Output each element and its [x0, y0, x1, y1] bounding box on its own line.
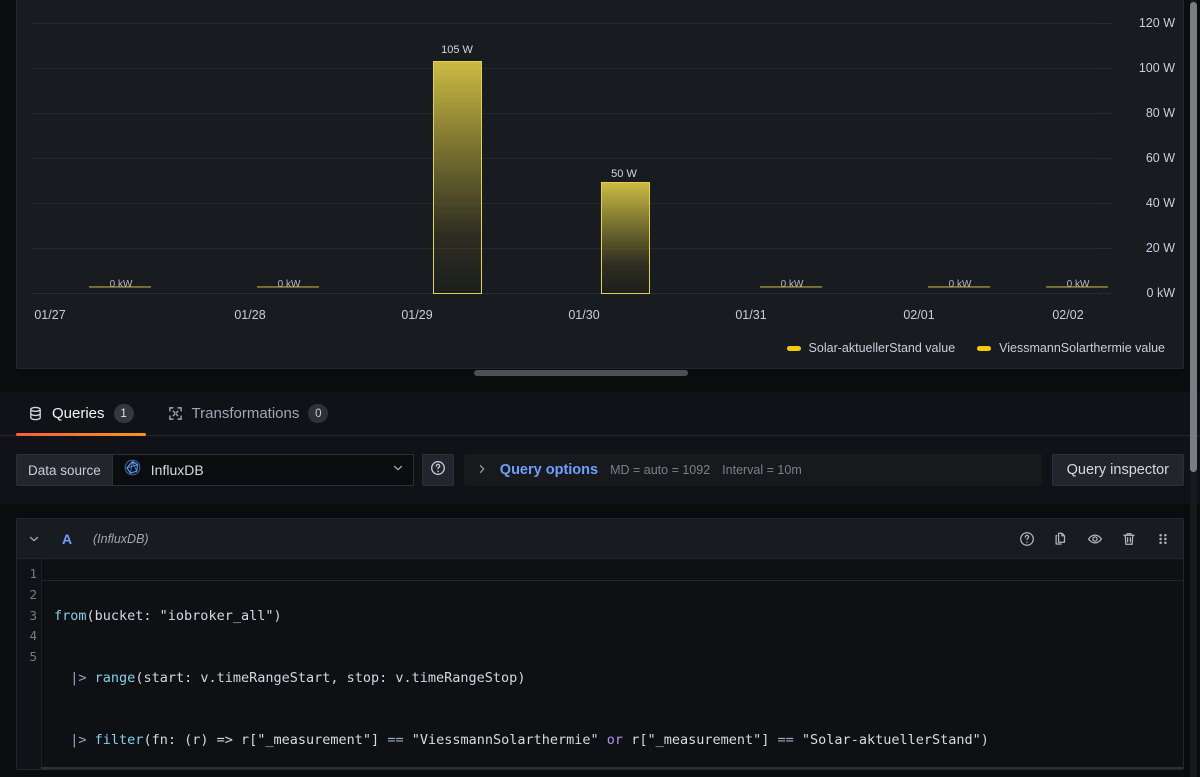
- bar-value-0201: 0 kW: [948, 279, 972, 290]
- eye-icon[interactable]: [1087, 531, 1103, 547]
- gridline: [31, 248, 1096, 249]
- legend-color-swatch: [977, 345, 992, 351]
- datasource-picker[interactable]: InfluxDB: [111, 454, 414, 486]
- code-line-2: |> range(start: v.timeRangeStart, stop: …: [70, 669, 526, 686]
- editor-first-line-underline: [42, 580, 1183, 581]
- page-vertical-scrollbar[interactable]: [1190, 2, 1197, 472]
- drag-handle-icon[interactable]: [1155, 531, 1171, 547]
- x-axis-line: [31, 293, 1096, 294]
- line-number: 1: [29, 566, 37, 581]
- database-icon: [28, 406, 43, 421]
- query-options-maxdatapoints: MD = auto = 1092: [610, 463, 711, 477]
- bar-value-0129: 105 W: [441, 44, 473, 56]
- y-tick: [1097, 248, 1111, 249]
- y-axis-label: 100 W: [1138, 61, 1175, 75]
- query-options-interval: Interval = 10m: [722, 463, 802, 477]
- y-tick: [1097, 293, 1111, 294]
- chevron-down-icon[interactable]: [27, 532, 41, 546]
- gridline: [31, 203, 1096, 204]
- legend-item-label: Solar-aktuellerStand value: [808, 341, 956, 355]
- datasource-selected-name: InfluxDB: [150, 462, 204, 478]
- query-options-bar: Query options MD = auto = 1092 Interval …: [463, 454, 1042, 486]
- bar-0130[interactable]: [601, 182, 650, 294]
- x-axis-label: 01/31: [735, 308, 767, 322]
- query-row-actions: [1019, 531, 1171, 547]
- y-axis-label: 0 kW: [1146, 286, 1175, 300]
- query-editor-card: A (InfluxDB) 1 2 3 4 5 from(bucket: "iob…: [16, 518, 1184, 770]
- query-datasource-name: (InfluxDB): [93, 531, 149, 546]
- x-axis-label: 01/27: [34, 308, 66, 322]
- help-circle-icon[interactable]: [1019, 531, 1035, 547]
- datasource-label: Data source: [16, 454, 112, 486]
- query-inspector-button[interactable]: Query inspector: [1051, 454, 1184, 486]
- y-axis-label: 20 W: [1145, 241, 1175, 255]
- legend-item[interactable]: Solar-aktuellerStand value: [786, 341, 956, 355]
- bar-value-0127: 0 kW: [109, 279, 133, 290]
- tab-queries-label: Queries: [52, 405, 105, 422]
- bar-value-0130: 50 W: [611, 168, 637, 180]
- query-ref-id[interactable]: A: [53, 531, 81, 547]
- legend-item[interactable]: ViessmannSolarthermie value: [977, 341, 1165, 355]
- timeseries-panel: 120 W 100 W 80 W 60 W 40 W 20 W 0 kW 0 k…: [16, 0, 1184, 369]
- query-options-toggle[interactable]: Query options: [500, 462, 598, 478]
- y-axis-label: 60 W: [1145, 151, 1175, 165]
- bar-0129[interactable]: [433, 61, 482, 294]
- tab-queries-badge: 1: [113, 404, 134, 423]
- x-axis-label: 01/30: [568, 308, 600, 322]
- influxdb-icon: [123, 458, 142, 482]
- x-axis-label: 01/29: [401, 308, 433, 322]
- y-tick: [1097, 113, 1111, 114]
- query-row-header: A (InfluxDB): [17, 519, 1183, 559]
- line-number: 4: [29, 628, 37, 644]
- legend-color-swatch: [786, 345, 801, 351]
- y-axis-label: 120 W: [1138, 16, 1175, 30]
- editor-tab-bar: Queries 1 Transformations 0: [0, 392, 1200, 436]
- tab-queries[interactable]: Queries 1: [16, 392, 146, 436]
- editor-bottom-border: [41, 767, 1183, 769]
- help-circle-icon: [430, 460, 446, 481]
- datasource-row: Data source InfluxDB Query options MD = …: [0, 436, 1200, 504]
- line-number: 2: [29, 586, 37, 602]
- y-axis-label: 40 W: [1145, 196, 1175, 210]
- bar-value-0131: 0 kW: [780, 279, 804, 290]
- y-tick: [1097, 23, 1111, 24]
- bar-value-0202: 0 kW: [1066, 279, 1090, 290]
- tab-transformations[interactable]: Transformations 0: [156, 392, 341, 436]
- gridline: [31, 158, 1096, 159]
- x-axis-label: 02/02: [1052, 308, 1084, 322]
- x-axis-label: 01/28: [234, 308, 266, 322]
- gridline: [31, 68, 1096, 69]
- code-line-1: from(bucket: "iobroker_all"): [54, 607, 282, 624]
- bar-value-0128: 0 kW: [277, 279, 301, 290]
- y-tick: [1097, 68, 1111, 69]
- chevron-down-icon: [391, 461, 405, 480]
- panel-horizontal-scrollbar[interactable]: [474, 370, 688, 376]
- chart-plot-area[interactable]: 120 W 100 W 80 W 60 W 40 W 20 W 0 kW 0 k…: [17, 0, 1183, 368]
- gridline: [31, 113, 1096, 114]
- code-line-3: |> filter(fn: (r) => r["_measurement"] =…: [70, 732, 989, 749]
- datasource-help-button[interactable]: [421, 454, 454, 486]
- flux-code-editor[interactable]: from(bucket: "iobroker_all") |> range(st…: [41, 559, 1183, 769]
- y-axis-label: 80 W: [1145, 106, 1175, 120]
- legend-item-label: ViessmannSolarthermie value: [999, 341, 1165, 355]
- tab-transformations-label: Transformations: [191, 405, 300, 422]
- flux-code-text[interactable]: from(bucket: "iobroker_all") |> range(st…: [42, 559, 1183, 769]
- line-number: 5: [29, 649, 37, 665]
- chevron-right-icon[interactable]: [476, 463, 488, 478]
- transformations-icon: [168, 406, 183, 421]
- y-tick: [1097, 203, 1111, 204]
- y-tick: [1097, 158, 1111, 159]
- tab-transformations-badge: 0: [308, 404, 329, 423]
- line-number: 3: [29, 607, 37, 623]
- duplicate-icon[interactable]: [1053, 531, 1069, 547]
- chart-legend: Solar-aktuellerStand value ViessmannSola…: [17, 338, 1165, 358]
- trash-icon[interactable]: [1121, 531, 1137, 547]
- editor-line-numbers: 1 2 3 4 5: [17, 559, 41, 769]
- x-axis-label: 02/01: [903, 308, 935, 322]
- gridline: [31, 23, 1096, 24]
